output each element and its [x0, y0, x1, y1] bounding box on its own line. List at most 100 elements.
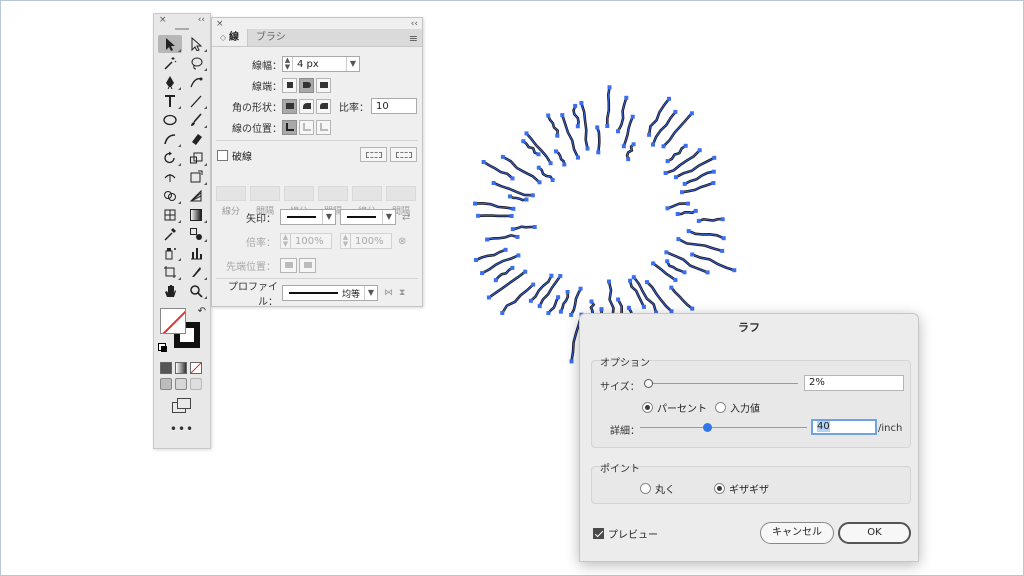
tab-stroke[interactable]: ◇ 線	[212, 29, 248, 46]
anchor-point[interactable]	[558, 309, 563, 314]
anchor-point[interactable]	[720, 248, 725, 253]
scale-tool[interactable]	[184, 149, 208, 167]
anchor-point[interactable]	[524, 131, 529, 136]
detail-field[interactable]: 40	[811, 419, 877, 435]
anchor-point[interactable]	[508, 194, 512, 199]
rough-stroke[interactable]	[651, 110, 677, 146]
anchor-point[interactable]	[663, 171, 668, 175]
anchor-point[interactable]	[549, 273, 554, 278]
flip-vertical-icon[interactable]: ⧗	[399, 288, 405, 298]
rough-stroke[interactable]	[645, 280, 673, 313]
anchor-point[interactable]	[647, 132, 652, 137]
anchor-point[interactable]	[628, 278, 633, 283]
anchor-point[interactable]	[732, 268, 737, 273]
eyedropper-tool[interactable]	[158, 225, 182, 243]
anchor-point[interactable]	[530, 193, 535, 198]
anchor-point[interactable]	[673, 109, 678, 114]
paintbrush-tool[interactable]	[184, 111, 208, 129]
arrow-place-button[interactable]	[299, 257, 316, 273]
selection-tool[interactable]	[158, 35, 182, 53]
weight-stepper[interactable]: ▲ ▼	[283, 57, 293, 71]
dashed-checkbox[interactable]: 破線	[217, 148, 252, 163]
symbol-sprayer-tool[interactable]	[158, 244, 182, 262]
anchor-point[interactable]	[556, 295, 561, 300]
end-scale-field[interactable]: ▲ ▼ 100%	[340, 233, 392, 249]
direct-selection-tool[interactable]	[184, 35, 208, 53]
anchor-point[interactable]	[595, 125, 600, 130]
anchor-point[interactable]	[673, 175, 678, 180]
arrow-extend-button[interactable]	[280, 257, 297, 273]
anchor-point[interactable]	[631, 142, 636, 147]
draw-normal-icon[interactable]	[160, 378, 172, 390]
anchor-point[interactable]	[605, 124, 610, 128]
anchor-point[interactable]	[665, 159, 670, 164]
anchor-point[interactable]	[711, 169, 716, 174]
anchor-point[interactable]	[585, 146, 590, 151]
weight-value[interactable]: 4 px	[293, 59, 346, 70]
anchor-point[interactable]	[669, 285, 674, 290]
anchor-point[interactable]	[576, 155, 580, 160]
rough-stroke[interactable]	[666, 144, 687, 163]
anchor-point[interactable]	[720, 217, 725, 222]
anchor-point[interactable]	[558, 274, 563, 278]
ok-button[interactable]: OK	[838, 522, 911, 544]
chevron-down-icon[interactable]: ▼	[346, 57, 359, 71]
swap-arrows-icon[interactable]: ⇄	[402, 212, 410, 223]
blend-tool[interactable]	[184, 225, 208, 243]
detail-slider[interactable]	[640, 427, 807, 428]
mesh-tool[interactable]	[158, 206, 182, 224]
anchor-point[interactable]	[686, 229, 691, 234]
pen-tool[interactable]	[158, 73, 182, 91]
anchor-point[interactable]	[686, 201, 690, 206]
anchor-point[interactable]	[503, 247, 508, 252]
anchor-point[interactable]	[664, 250, 669, 255]
anchor-point[interactable]	[616, 297, 621, 302]
anchor-point[interactable]	[641, 304, 646, 309]
detail-slider-knob[interactable]	[702, 423, 712, 432]
rough-stroke[interactable]	[492, 181, 535, 197]
end-arrowhead-select[interactable]: ▼	[340, 209, 396, 225]
anchor-point[interactable]	[696, 218, 701, 223]
anchor-point[interactable]	[624, 95, 629, 100]
anchor-point[interactable]	[532, 225, 537, 229]
anchor-point[interactable]	[651, 261, 656, 266]
anchor-point[interactable]	[550, 178, 555, 182]
anchor-point[interactable]	[607, 279, 611, 284]
anchor-point[interactable]	[480, 271, 485, 276]
slice-tool[interactable]	[184, 263, 208, 281]
smooth-radio[interactable]: 丸く	[640, 481, 675, 496]
anchor-point[interactable]	[645, 280, 649, 285]
size-field[interactable]: 2%	[804, 375, 904, 391]
rotate-tool[interactable]	[158, 149, 182, 167]
anchor-point[interactable]	[661, 144, 666, 149]
cancel-button[interactable]: キャンセル	[760, 522, 834, 544]
rough-stroke[interactable]	[501, 155, 541, 184]
align-outside-button[interactable]	[316, 119, 331, 135]
perspective-grid-tool[interactable]	[184, 187, 208, 205]
butt-cap-button[interactable]	[282, 77, 297, 93]
anchor-point[interactable]	[689, 111, 694, 116]
anchor-point[interactable]	[721, 236, 726, 241]
dash-field-2[interactable]	[284, 186, 314, 201]
zoom-tool[interactable]	[184, 282, 208, 300]
anchor-point[interactable]	[473, 201, 477, 206]
default-fill-stroke-icon[interactable]	[158, 343, 167, 352]
absolute-radio[interactable]: 入力値	[715, 400, 760, 415]
anchor-point[interactable]	[676, 237, 681, 242]
anchor-point[interactable]	[682, 270, 687, 275]
screen-mode-icon[interactable]	[172, 398, 191, 413]
anchor-point[interactable]	[621, 144, 626, 149]
align-inside-button[interactable]	[299, 119, 314, 135]
rough-stroke[interactable]	[625, 143, 635, 161]
shaper-tool[interactable]	[158, 130, 182, 148]
anchor-point[interactable]	[562, 162, 567, 167]
anchor-point[interactable]	[712, 155, 717, 160]
rough-stroke[interactable]	[670, 286, 694, 310]
gradient-icon[interactable]	[175, 362, 187, 374]
anchor-point[interactable]	[697, 148, 702, 153]
anchor-point[interactable]	[510, 176, 515, 181]
weight-combo[interactable]: ▲ ▼ 4 px ▼	[282, 56, 360, 72]
anchor-point[interactable]	[626, 157, 631, 162]
anchor-point[interactable]	[683, 143, 688, 148]
type-tool[interactable]	[158, 92, 182, 110]
